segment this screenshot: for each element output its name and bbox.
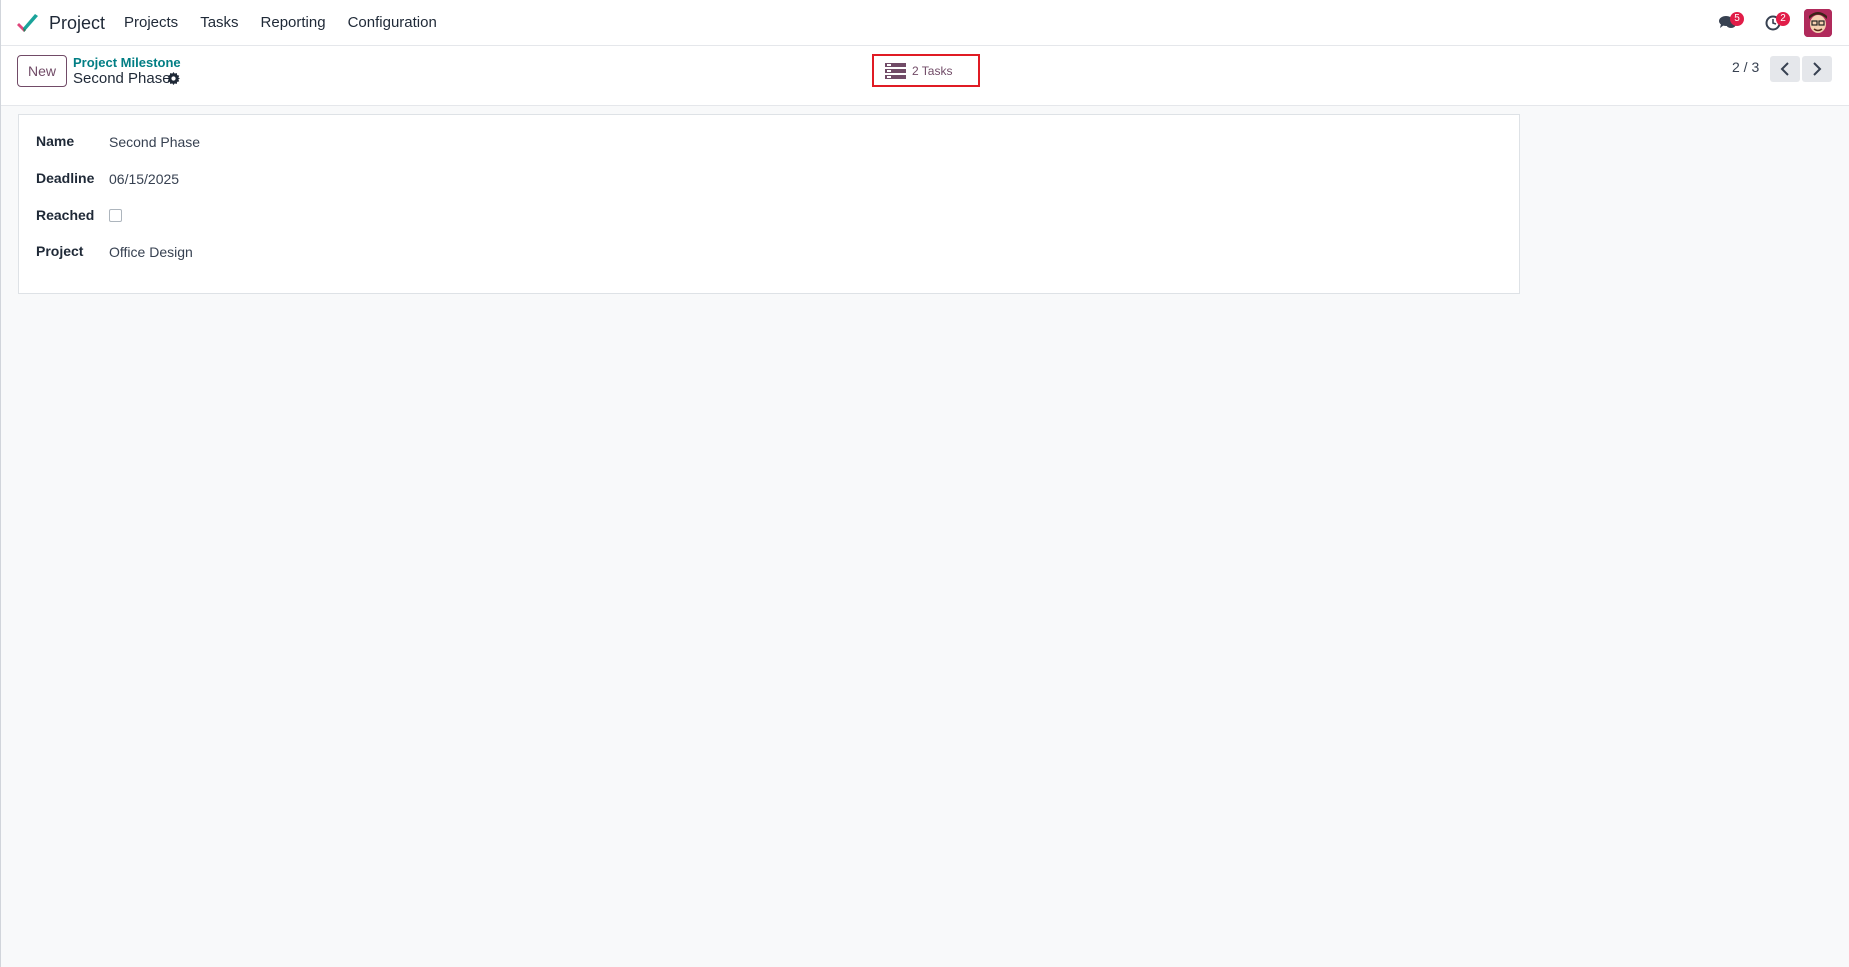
reached-label: Reached: [36, 207, 95, 223]
chevron-left-icon: [1780, 62, 1789, 76]
menu-item-configuration[interactable]: Configuration: [348, 14, 437, 31]
pager-next-button[interactable]: [1802, 56, 1832, 82]
name-label: Name: [36, 133, 75, 149]
reached-checkbox[interactable]: [109, 209, 122, 222]
chevron-right-icon: [1813, 62, 1822, 76]
new-button[interactable]: New: [17, 55, 67, 87]
smart-button-label: 2 Tasks: [912, 63, 953, 78]
menu-item-projects[interactable]: Projects: [124, 14, 178, 31]
menu-item-reporting[interactable]: Reporting: [261, 14, 326, 31]
messages-badge: 5: [1730, 12, 1744, 26]
deadline-field[interactable]: 06/15/2025: [109, 171, 179, 187]
activities-badge: 2: [1776, 12, 1790, 26]
project-field[interactable]: Office Design: [109, 244, 193, 260]
menu-item-tasks[interactable]: Tasks: [200, 14, 238, 31]
project-logo-icon[interactable]: [16, 13, 40, 35]
top-navbar: Project Projects Tasks Reporting Configu…: [1, 0, 1849, 46]
main-menu: Projects Tasks Reporting Configuration: [124, 14, 459, 31]
project-label: Project: [36, 243, 84, 259]
activities-button[interactable]: 2: [1762, 9, 1790, 37]
record-title: Second Phase: [73, 70, 171, 87]
tasks-list-icon: [885, 62, 906, 79]
user-avatar[interactable]: [1804, 9, 1832, 37]
app-name[interactable]: Project: [49, 13, 105, 34]
tasks-smart-button[interactable]: 2 Tasks: [872, 54, 980, 87]
pager-previous-button[interactable]: [1770, 56, 1800, 82]
breadcrumb-parent-link[interactable]: Project Milestone: [73, 55, 181, 70]
form-sheet: Name Second Phase Deadline 06/15/2025 Re…: [18, 114, 1520, 294]
gear-icon[interactable]: [167, 72, 180, 85]
pager-value[interactable]: 2 / 3: [1732, 59, 1759, 75]
systray: 5 2: [1698, 9, 1832, 37]
avatar-face-icon: [1804, 9, 1832, 37]
control-panel: New Project Milestone Second Phase 2 Tas…: [1, 46, 1849, 106]
messages-button[interactable]: 5: [1716, 9, 1744, 37]
name-field[interactable]: Second Phase: [109, 134, 200, 150]
deadline-label: Deadline: [36, 170, 95, 186]
